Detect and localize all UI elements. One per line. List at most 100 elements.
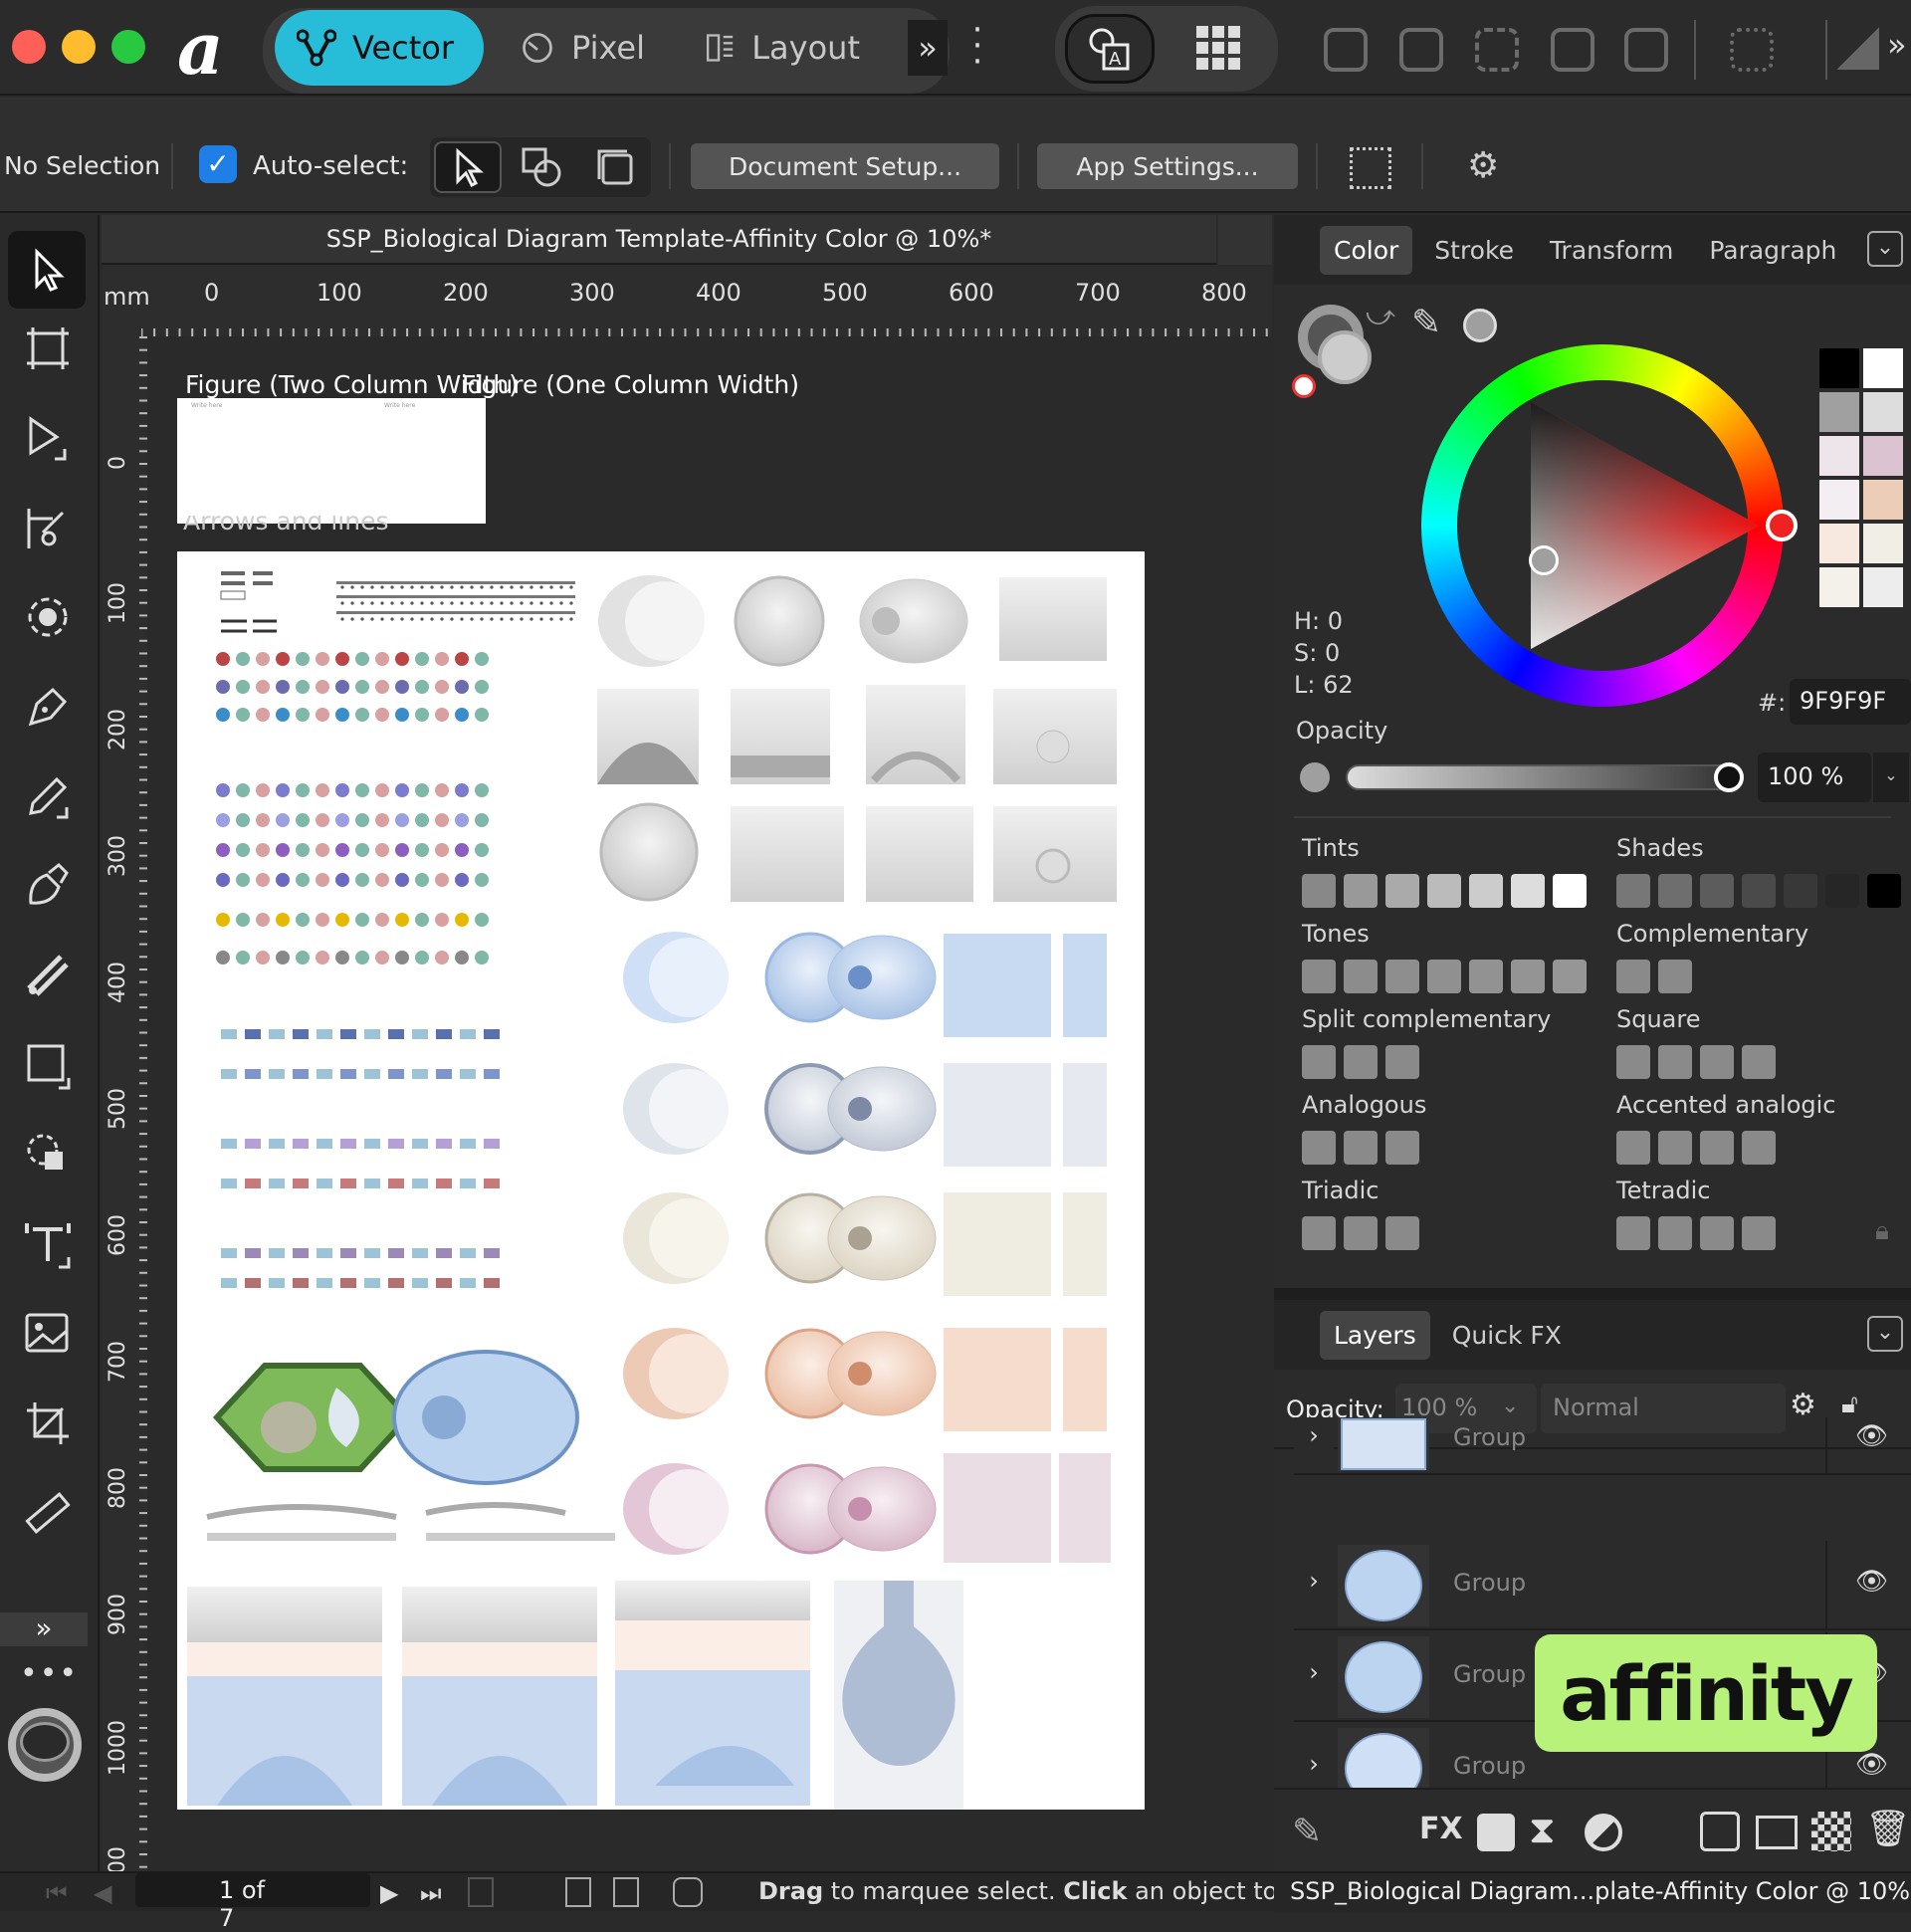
pencil-tool-button[interactable] bbox=[20, 768, 76, 824]
mask-icon[interactable] bbox=[1477, 1814, 1515, 1851]
recent-swatch[interactable] bbox=[1863, 436, 1903, 476]
fill-tool-button[interactable] bbox=[20, 948, 76, 1003]
artboard-one-column[interactable]: Write here bbox=[372, 398, 486, 524]
harmony-swatch[interactable] bbox=[1302, 1131, 1336, 1165]
spread-view-icon[interactable] bbox=[565, 1877, 591, 1907]
boolean-divide-icon[interactable] bbox=[1624, 28, 1668, 72]
transform-origin-icon[interactable] bbox=[1350, 147, 1391, 189]
harmony-swatch[interactable] bbox=[1511, 874, 1545, 908]
flip-icon[interactable] bbox=[1837, 26, 1879, 70]
recent-swatch[interactable] bbox=[1819, 436, 1859, 476]
color-panel-menu-chevron-icon[interactable]: ⌄ bbox=[1867, 231, 1903, 267]
recent-swatch[interactable] bbox=[1819, 348, 1859, 388]
harmony-swatch[interactable] bbox=[1553, 960, 1587, 993]
tab-transform[interactable]: Transform bbox=[1536, 226, 1687, 275]
measure-tool-button[interactable] bbox=[20, 1485, 76, 1541]
harmony-swatch[interactable] bbox=[1784, 874, 1817, 908]
layer-row[interactable]: › Group 👁︎ bbox=[1294, 1417, 1911, 1475]
harmony-swatch[interactable] bbox=[1385, 960, 1419, 993]
node-tool-button[interactable] bbox=[20, 410, 76, 466]
harmony-swatch[interactable] bbox=[1385, 1131, 1419, 1165]
page-indicator[interactable]: 1 of 7 bbox=[135, 1873, 370, 1932]
adjustment-icon[interactable]: ⧗ bbox=[1529, 1808, 1556, 1852]
no-color-icon[interactable] bbox=[1292, 374, 1316, 398]
move-tool-button[interactable] bbox=[8, 231, 86, 309]
color-handle[interactable] bbox=[1529, 545, 1559, 575]
harmony-swatch[interactable] bbox=[1658, 1216, 1692, 1250]
document-tab[interactable]: SSP_Biological Diagram Template-Affinity… bbox=[102, 215, 1216, 265]
picked-color-swatch[interactable] bbox=[1463, 309, 1497, 342]
more-personas-chevron-icon[interactable]: » bbox=[908, 20, 948, 76]
harmony-swatch[interactable] bbox=[1616, 960, 1650, 993]
harmony-swatch[interactable] bbox=[1469, 874, 1503, 908]
harmony-swatch[interactable] bbox=[1700, 1216, 1734, 1250]
checker-layer-icon[interactable] bbox=[1811, 1812, 1851, 1851]
layer-row[interactable]: › Group 👁︎ bbox=[1294, 1541, 1911, 1630]
expand-tools-chevron-icon[interactable]: » bbox=[0, 1612, 88, 1646]
preview-icon[interactable] bbox=[673, 1877, 703, 1907]
fx-icon[interactable]: FX bbox=[1419, 1812, 1463, 1846]
close-window-button[interactable] bbox=[12, 30, 46, 64]
stroke-swatch[interactable] bbox=[1318, 330, 1372, 384]
prev-page-icon[interactable]: ◀ bbox=[94, 1879, 111, 1907]
harmony-swatch[interactable] bbox=[1742, 1216, 1776, 1250]
contour-tool-button[interactable] bbox=[20, 589, 76, 645]
canvas[interactable]: Figure (Two Column Width) Figure (One Co… bbox=[147, 336, 1272, 1871]
tab-color[interactable]: Color bbox=[1320, 225, 1413, 275]
zoom-window-button[interactable] bbox=[111, 30, 145, 64]
visibility-eye-icon[interactable]: 👁︎ bbox=[1855, 1567, 1888, 1597]
harmony-swatch[interactable] bbox=[1427, 874, 1461, 908]
point-transform-tool-button[interactable] bbox=[20, 500, 76, 555]
recent-swatch[interactable] bbox=[1819, 392, 1859, 432]
opacity-slider-handle[interactable] bbox=[1714, 762, 1744, 792]
artboard-two-column[interactable]: Write here bbox=[177, 398, 404, 524]
recent-swatch[interactable] bbox=[1863, 480, 1903, 520]
harmony-swatch[interactable] bbox=[1658, 874, 1692, 908]
tab-paragraph[interactable]: Paragraph bbox=[1695, 226, 1850, 275]
recent-swatch[interactable] bbox=[1863, 567, 1903, 607]
character-panel-button[interactable]: A bbox=[1065, 14, 1155, 84]
frame-text-tool-button[interactable] bbox=[20, 1216, 76, 1272]
expand-chevron-icon[interactable]: › bbox=[1294, 1417, 1334, 1473]
visibility-eye-icon[interactable]: 👁︎ bbox=[1855, 1421, 1888, 1451]
harmony-swatch[interactable] bbox=[1658, 960, 1692, 993]
persona-vector-tab[interactable]: Vector bbox=[275, 10, 484, 86]
last-page-icon[interactable]: ⏭ bbox=[420, 1879, 442, 1907]
crop-tool-button[interactable] bbox=[20, 1395, 76, 1451]
harmony-swatch[interactable] bbox=[1302, 874, 1336, 908]
vector-brush-tool-button[interactable] bbox=[20, 858, 76, 914]
boolean-xor-icon[interactable] bbox=[1551, 28, 1594, 72]
harmony-swatch[interactable] bbox=[1658, 1045, 1692, 1079]
hue-handle[interactable] bbox=[1766, 510, 1798, 541]
swap-colors-icon[interactable]: ⤻ bbox=[1366, 299, 1395, 332]
opacity-dropdown-chevron-icon[interactable]: ⌄ bbox=[1873, 752, 1909, 802]
next-page-icon[interactable]: ▶ bbox=[380, 1879, 398, 1907]
recent-swatch[interactable] bbox=[1819, 524, 1859, 563]
boolean-subtract-icon[interactable] bbox=[1399, 28, 1443, 72]
harmony-swatch[interactable] bbox=[1469, 960, 1503, 993]
harmony-swatch[interactable] bbox=[1742, 874, 1776, 908]
shape-builder-tool-button[interactable] bbox=[20, 1127, 76, 1182]
harmony-swatch[interactable] bbox=[1700, 1045, 1734, 1079]
more-tools-icon[interactable]: ••• bbox=[20, 1656, 79, 1691]
harmony-swatch[interactable] bbox=[1700, 1131, 1734, 1165]
live-filter-icon[interactable] bbox=[1585, 1814, 1622, 1851]
edit-layer-icon[interactable]: ✎ bbox=[1292, 1812, 1322, 1852]
recent-swatch[interactable] bbox=[1819, 480, 1859, 520]
eyedropper-icon[interactable]: ✎ bbox=[1411, 303, 1441, 343]
select-mode-intersect-icon[interactable] bbox=[518, 145, 565, 189]
recent-swatch[interactable] bbox=[1863, 392, 1903, 432]
layer-lock-icon[interactable]: 🔓︎ bbox=[1841, 1390, 1858, 1420]
autoselect-checkbox[interactable]: ✓ bbox=[199, 145, 237, 183]
folder-icon[interactable] bbox=[1756, 1816, 1798, 1849]
harmony-swatch[interactable] bbox=[1511, 960, 1545, 993]
lock-icon[interactable]: 🔒︎ bbox=[1875, 1216, 1889, 1247]
saturation-triangle[interactable] bbox=[1421, 344, 1784, 707]
harmony-swatch[interactable] bbox=[1616, 874, 1650, 908]
layers-panel-menu-chevron-icon[interactable]: ⌄ bbox=[1867, 1316, 1903, 1352]
grid-snapping-icon[interactable] bbox=[1194, 24, 1242, 72]
harmony-swatch[interactable] bbox=[1616, 1216, 1650, 1250]
add-pixel-layer-icon[interactable] bbox=[1700, 1812, 1740, 1851]
harmony-swatch[interactable] bbox=[1302, 960, 1336, 993]
horizontal-ruler[interactable]: mm 0 100 200 300 400 500 600 700 800 bbox=[102, 267, 1272, 336]
